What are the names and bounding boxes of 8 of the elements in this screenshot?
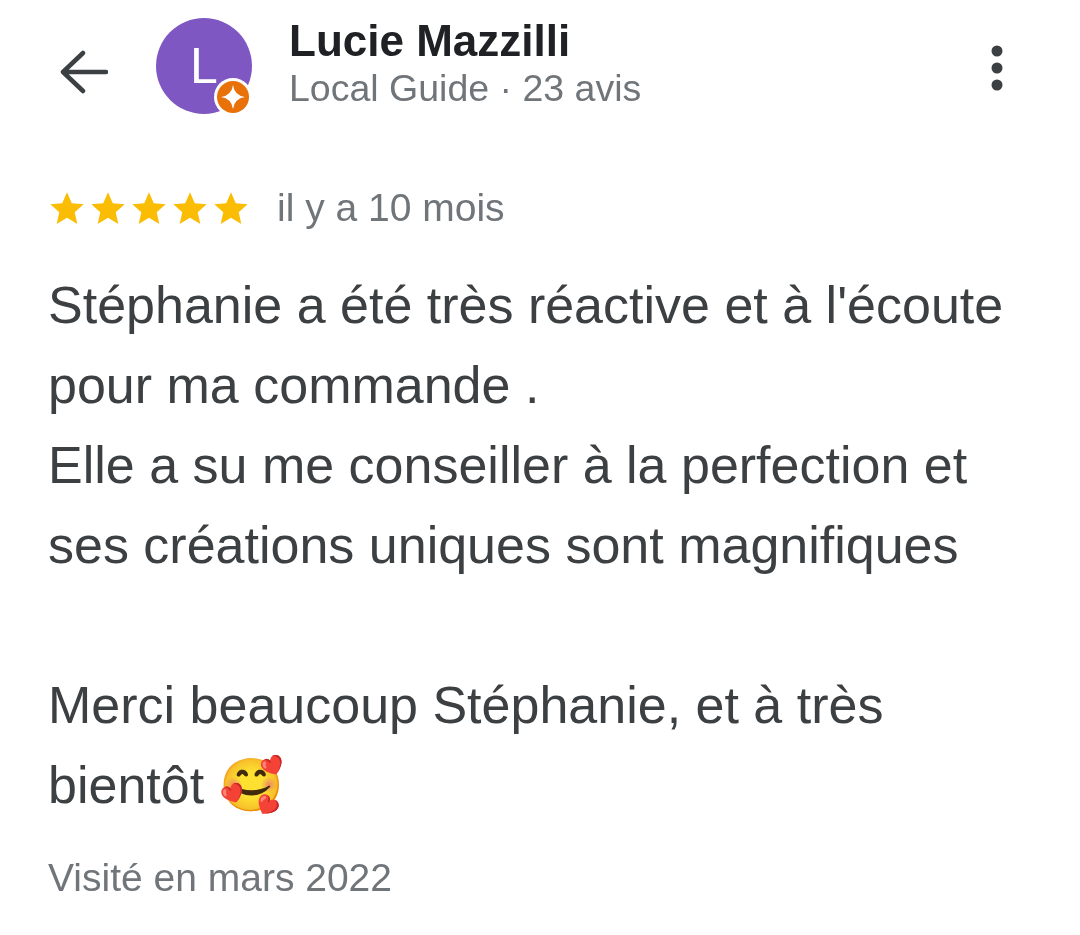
review-text: Stéphanie a été très réactive et à l'écoute pour ma commande . Elle a su me conseiller à la perfection et ses créations uniques sont magnifiques Merci beaucoup Stéphanie, et à très bientôt 🥰 bbox=[48, 275, 1004, 816]
more-vertical-icon bbox=[991, 45, 1003, 91]
back-arrow-icon bbox=[60, 50, 108, 94]
back-button[interactable] bbox=[58, 49, 110, 95]
reviewer-info: Local Guide · 23 avis bbox=[289, 66, 642, 110]
reviewer-name: Lucie Mazzilli bbox=[289, 16, 572, 66]
visit-date: Visité en mars 2022 bbox=[48, 856, 392, 900]
review-time: il y a 10 mois bbox=[277, 188, 505, 228]
